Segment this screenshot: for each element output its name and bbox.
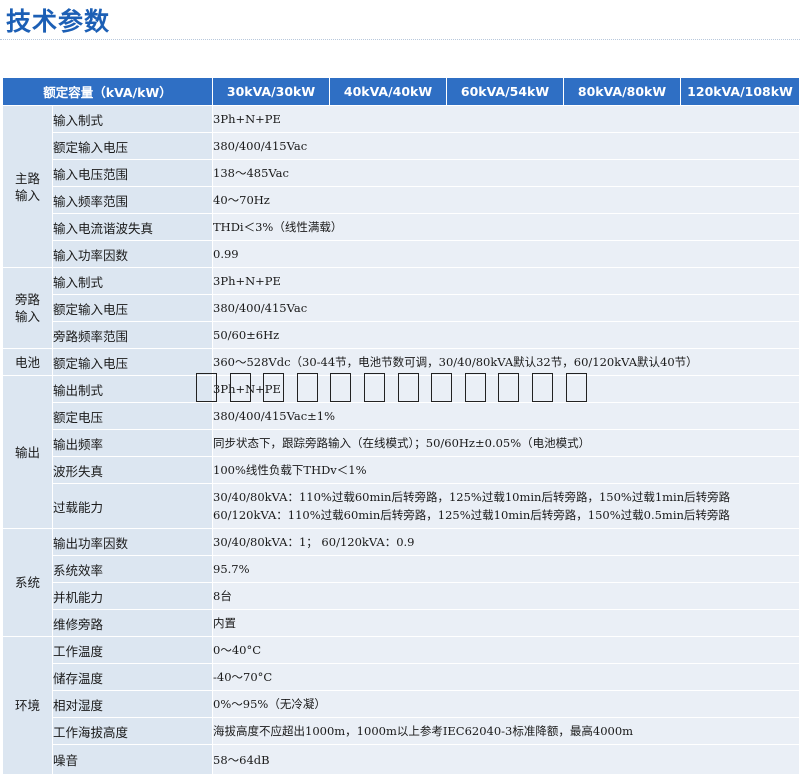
table-row: 工作海拔高度 海拔高度不应超出1000m，1000m以上参考IEC62040-3标… <box>3 717 800 745</box>
page-title: 技术参数 <box>6 7 111 36</box>
table-body: 主路 输入 输入制式 3Ph+N+PE 额定输入电压 380/400/415Vac 输入电压… <box>2 105 800 775</box>
row-label: 额定输入电压 <box>51 294 214 322</box>
row-value: 30/40/80kVA：1； 60/120kVA：0.9 <box>212 528 800 556</box>
table-row: 主路 输入 输入制式 3Ph+N+PE <box>2 105 800 268</box>
row-value: 内置 <box>212 609 800 637</box>
missing-glyph-boxes <box>196 373 599 404</box>
row-value: 0%～95%（无冷凝） <box>212 690 800 718</box>
row-value: 3Ph+N+PE <box>212 267 800 295</box>
table-header-row: 额定容量（kVA/kW） 30kVA/30kW 40kVA/40kW 60kVA… <box>1 77 800 106</box>
row-value: 95.7% <box>212 555 800 583</box>
row-label: 工作温度 <box>51 636 214 664</box>
group-label: 输出 <box>2 375 53 529</box>
row-label: 工作海拔高度 <box>51 717 214 745</box>
row-value: 360～528Vdc（30-44节，电池节数可调，30/40/80kVA默认32… <box>212 348 800 376</box>
table-row: 储存温度 -40～70°C <box>3 663 800 691</box>
row-label: 输入频率范围 <box>51 186 214 214</box>
row-value: 380/400/415Vac±1% <box>212 402 800 430</box>
table-row: 旁路 输入 输入制式 3Ph+N+PE <box>2 267 800 349</box>
header-model: 60kVA/54kW <box>446 77 565 106</box>
row-label: 波形失真 <box>51 456 214 484</box>
table-row: 旁路频率范围 50/60±6Hz <box>3 321 800 349</box>
row-label: 维修旁路 <box>51 609 214 637</box>
row-label: 相对湿度 <box>51 690 214 718</box>
row-label: 输入电流谐波失真 <box>51 213 214 241</box>
row-label: 噪音 <box>51 744 214 775</box>
table-row: 系统 输出功率因数 30/40/80kVA：1； 60/120kVA：0.9 <box>2 528 800 637</box>
row-value: THDi＜3%（线性满载） <box>212 213 800 241</box>
table-row: 输入电压范围 138～485Vac <box>3 159 800 187</box>
group-label: 电池 <box>2 348 53 376</box>
row-label: 额定输入电压 <box>51 348 214 376</box>
row-label: 输出频率 <box>51 429 214 457</box>
group-label: 旁路 输入 <box>2 267 53 349</box>
table-row: 维修旁路 内置 <box>3 609 800 637</box>
table-row: 输出频率 同步状态下，跟踪旁路输入（在线模式）；50/60Hz±0.05%（电池模… <box>3 429 800 457</box>
table-row: 额定输入电压 380/400/415Vac <box>3 132 800 160</box>
row-value: 0.99 <box>212 240 800 268</box>
row-label: 输入电压范围 <box>51 159 214 187</box>
header-model: 80kVA/80kW <box>563 77 682 106</box>
row-value: 0～40°C <box>212 636 800 664</box>
row-value: 58～64dB <box>212 744 800 775</box>
header-model: 40kVA/40kW <box>329 77 448 106</box>
header-spec-label: 额定容量（kVA/kW） <box>1 77 214 106</box>
row-value: 8台 <box>212 582 800 610</box>
table-row: 相对湿度 0%～95%（无冷凝） <box>3 690 800 718</box>
row-label: 储存温度 <box>51 663 214 691</box>
row-label: 额定输入电压 <box>51 132 214 160</box>
row-value: 40～70Hz <box>212 186 800 214</box>
header-model: 30kVA/30kW <box>212 77 331 106</box>
table-row: 额定电压 380/400/415Vac±1% <box>3 402 800 430</box>
table-row: 过载能力 30/40/80kVA：110%过载60min后转旁路，125%过载10… <box>3 483 800 529</box>
table-row: 系统效率 95.7% <box>3 555 800 583</box>
row-label: 输入制式 <box>51 105 214 133</box>
table-row: 并机能力 8台 <box>3 582 800 610</box>
row-label: 额定电压 <box>51 402 214 430</box>
row-value: 同步状态下，跟踪旁路输入（在线模式）；50/60Hz±0.05%（电池模式） <box>212 429 800 457</box>
row-value: 50/60±6Hz <box>212 321 800 349</box>
row-value: 30/40/80kVA：110%过载60min后转旁路，125%过载10min后… <box>212 483 800 529</box>
row-value: 海拔高度不应超出1000m，1000m以上参考IEC62040-3标准降额，最高… <box>212 717 800 745</box>
header-model: 120kVA/108kW <box>680 77 800 106</box>
spec-table: 额定容量（kVA/kW） 30kVA/30kW 40kVA/40kW 60kVA… <box>1 77 800 775</box>
row-value: 138～485Vac <box>212 159 800 187</box>
row-label: 输出功率因数 <box>51 528 214 556</box>
row-value: 380/400/415Vac <box>212 294 800 322</box>
row-value: -40～70°C <box>212 663 800 691</box>
row-label: 输入制式 <box>51 267 214 295</box>
row-label: 输入功率因数 <box>51 240 214 268</box>
row-label: 并机能力 <box>51 582 214 610</box>
row-label: 系统效率 <box>51 555 214 583</box>
group-label: 环境 <box>2 636 53 775</box>
table-row: 额定输入电压 380/400/415Vac <box>3 294 800 322</box>
row-value: 380/400/415Vac <box>212 132 800 160</box>
table-row: 波形失真 100%线性负载下THDv＜1% <box>3 456 800 484</box>
row-value: 3Ph+N+PE <box>212 105 800 133</box>
row-label: 过载能力 <box>51 483 214 529</box>
table-row: 输入功率因数 0.99 <box>3 240 800 268</box>
title-divider <box>0 39 800 40</box>
table-row: 噪音 58～64dB <box>3 744 800 775</box>
row-value: 100%线性负载下THDv＜1% <box>212 456 800 484</box>
row-label: 旁路频率范围 <box>51 321 214 349</box>
table-row: 输入电流谐波失真 THDi＜3%（线性满载） <box>3 213 800 241</box>
group-label: 系统 <box>2 528 53 637</box>
group-label: 主路 输入 <box>2 105 53 268</box>
table-row: 输入频率范围 40～70Hz <box>3 186 800 214</box>
table-row: 电池 额定输入电压 360～528Vdc（30-44节，电池节数可调，30/40/8… <box>2 348 800 376</box>
row-label: 输出制式 <box>51 375 214 403</box>
table-row: 环境 工作温度 0～40°C <box>2 636 800 775</box>
